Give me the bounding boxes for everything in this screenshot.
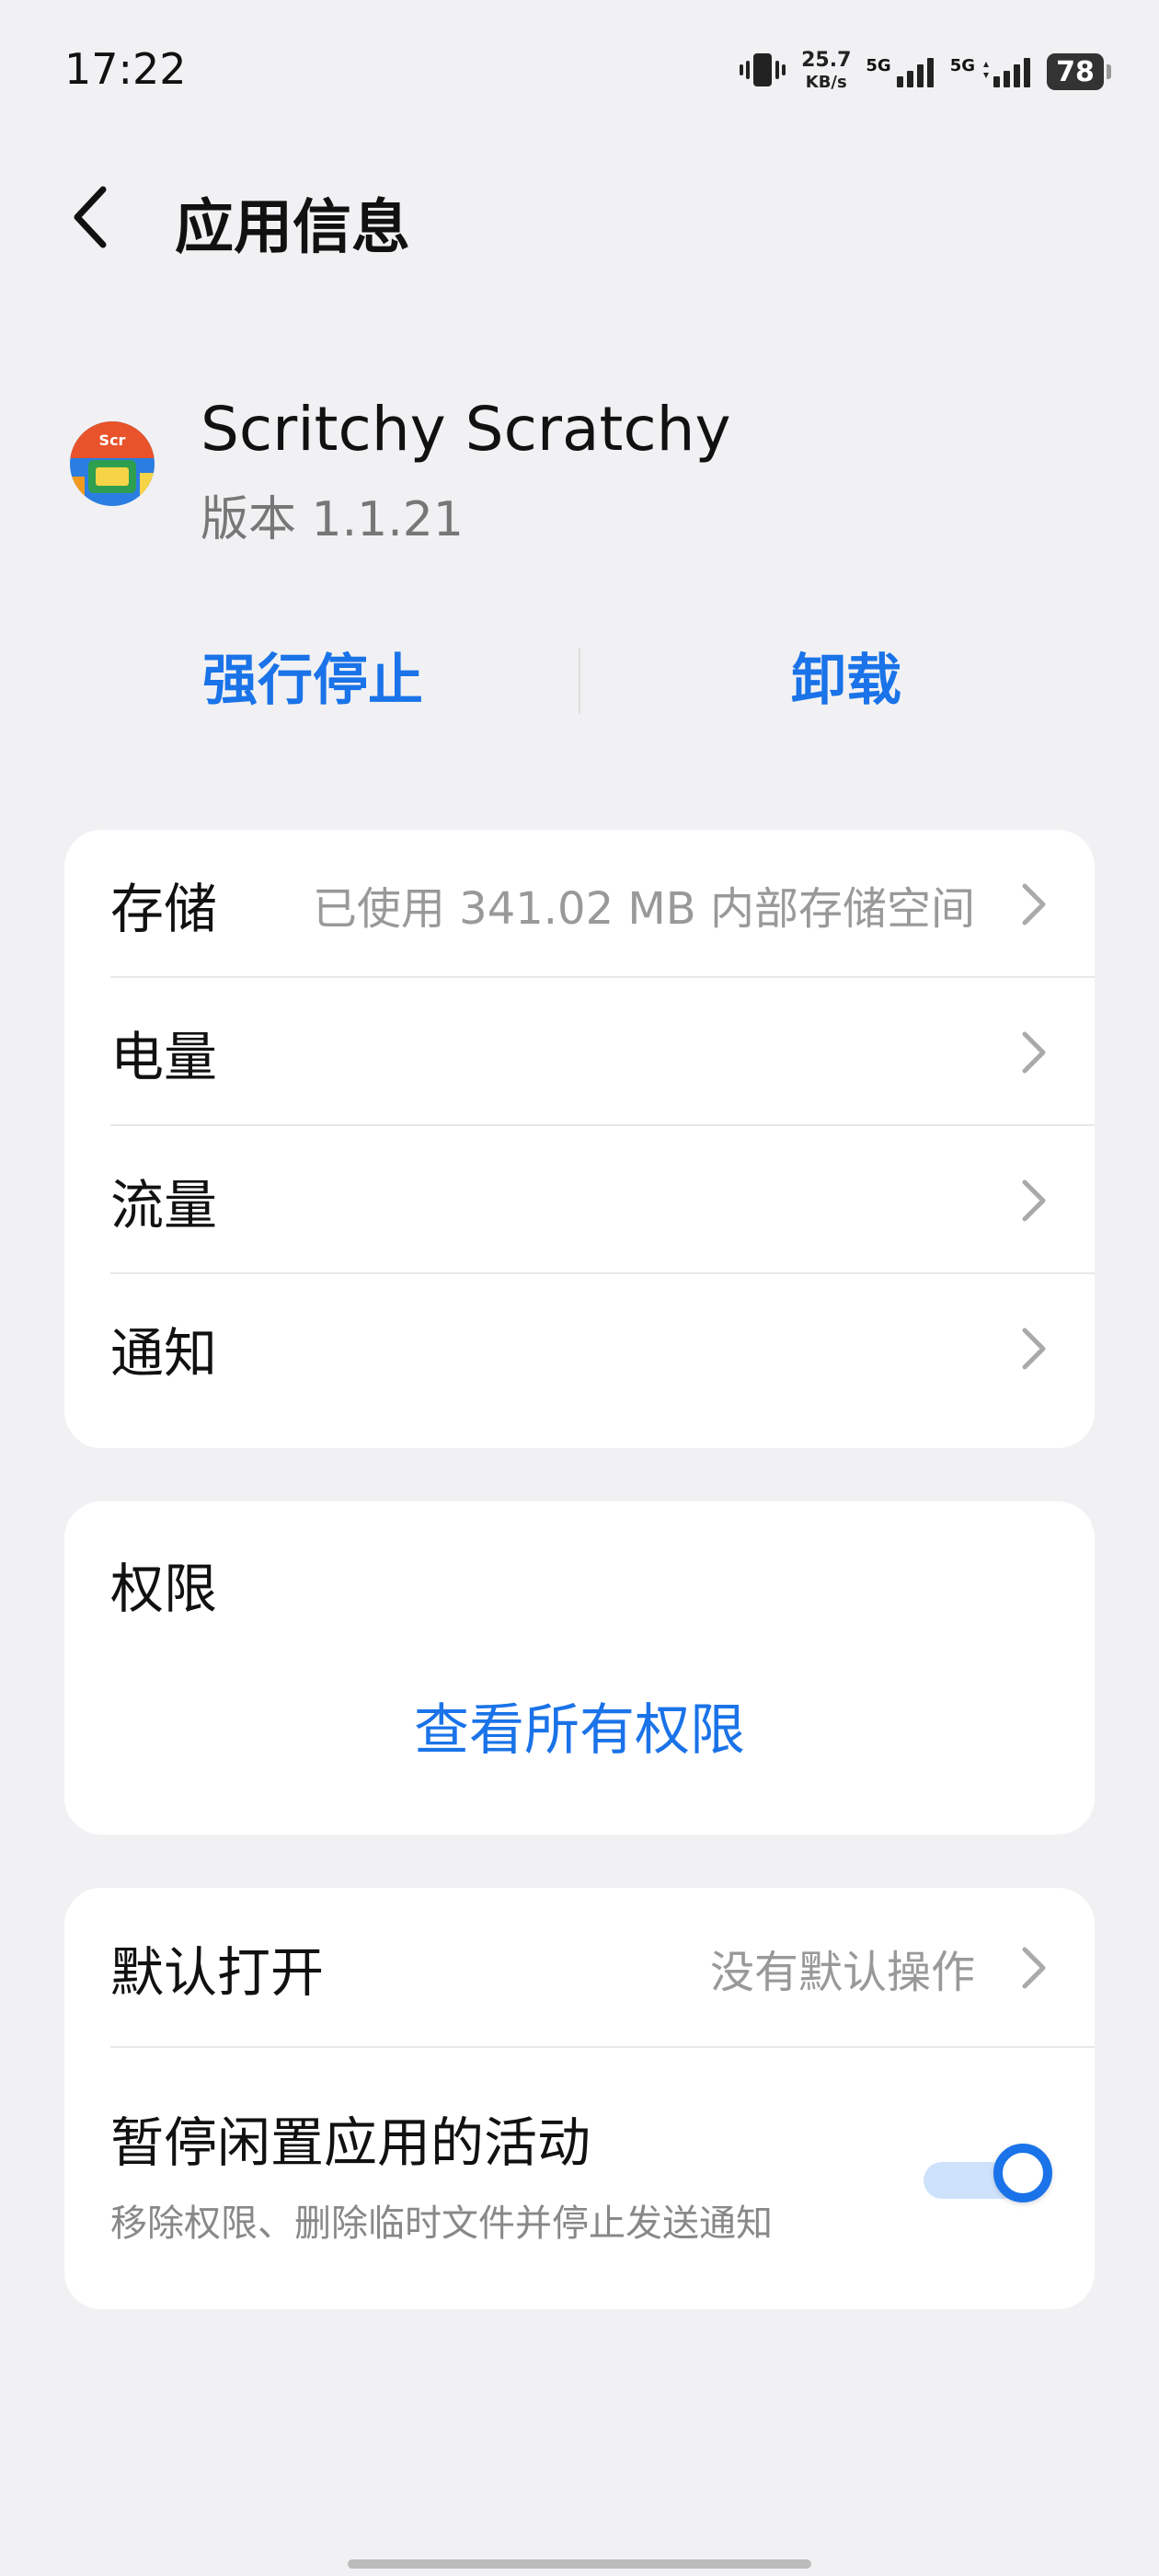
notifications-label: 通知	[110, 1321, 218, 1385]
app-name: Scritchy Scratchy	[201, 394, 731, 465]
permissions-title: 权限	[110, 1558, 218, 1620]
back-button[interactable]	[64, 180, 120, 254]
chevron-right-icon	[1022, 1328, 1046, 1369]
open-by-default-row[interactable]: 默认打开 没有默认操作	[64, 1888, 1095, 2048]
storage-label: 存储	[110, 877, 218, 940]
signal-bars-icon	[896, 58, 934, 87]
app-actions: 强行停止 卸载	[64, 635, 1095, 727]
chevron-right-icon	[1022, 1031, 1046, 1073]
force-stop-button[interactable]: 强行停止	[64, 635, 561, 727]
usage-card: 存储 已使用 341.02 MB 内部存储空间 电量 流量 通知	[64, 830, 1095, 1448]
page-title: 应用信息	[175, 194, 410, 262]
uninstall-button[interactable]: 卸载	[598, 635, 1095, 727]
home-indicator[interactable]	[348, 2559, 811, 2569]
pause-activity-row: 暂停闲置应用的活动 移除权限、删除临时文件并停止发送通知	[64, 2048, 1095, 2308]
sim2-signal: 5G	[950, 56, 1032, 87]
vibrate-icon	[739, 50, 786, 94]
pause-activity-subtitle: 移除权限、删除临时文件并停止发送通知	[110, 2202, 773, 2245]
chevron-right-icon	[1022, 883, 1046, 925]
sim2-network-type: 5G	[949, 56, 975, 75]
defaults-card: 默认打开 没有默认操作 暂停闲置应用的活动 移除权限、删除临时文件并停止发送通知	[64, 1888, 1095, 2309]
chevron-right-icon	[1022, 1179, 1046, 1221]
app-icon: Scr	[70, 421, 155, 506]
back-arrow-icon	[74, 186, 107, 248]
action-divider	[579, 648, 580, 714]
chevron-right-icon	[1022, 1947, 1046, 1989]
network-speed-value: 25.7	[801, 49, 852, 72]
app-version: 版本 1.1.21	[201, 492, 464, 547]
data-usage-row[interactable]: 流量	[64, 1126, 1095, 1274]
permissions-card: 权限 查看所有权限	[64, 1501, 1095, 1834]
open-by-default-value: 没有默认操作	[709, 1947, 975, 1998]
status-bar: 17:22 25.7 KB/s 5G 5G 78	[0, 0, 1159, 138]
sim1-network-type: 5G	[866, 56, 891, 75]
sim1-signal: 5G	[866, 56, 935, 87]
storage-value: 已使用 341.02 MB 内部存储空间	[312, 882, 975, 935]
toggle-knob	[993, 2144, 1052, 2202]
battery-indicator: 78	[1047, 53, 1111, 90]
pause-activity-toggle[interactable]	[924, 2144, 1052, 2214]
signal-bars-data-icon	[983, 58, 1030, 87]
battery-label: 电量	[110, 1025, 218, 1088]
svg-text:Scr: Scr	[99, 431, 126, 449]
data-usage-label: 流量	[110, 1173, 218, 1236]
open-by-default-label: 默认打开	[110, 1941, 325, 2004]
network-speed: 25.7 KB/s	[801, 50, 851, 94]
storage-row[interactable]: 存储 已使用 341.02 MB 内部存储空间	[64, 830, 1095, 978]
pause-activity-title: 暂停闲置应用的活动	[110, 2111, 591, 2174]
status-time: 17:22	[64, 44, 187, 94]
network-speed-unit: KB/s	[805, 73, 847, 92]
status-icons: 25.7 KB/s 5G 5G 78	[739, 46, 1111, 98]
view-all-permissions-link[interactable]: 查看所有权限	[64, 1685, 1095, 1765]
notifications-row[interactable]: 通知	[64, 1274, 1095, 1422]
battery-row[interactable]: 电量	[64, 978, 1095, 1126]
